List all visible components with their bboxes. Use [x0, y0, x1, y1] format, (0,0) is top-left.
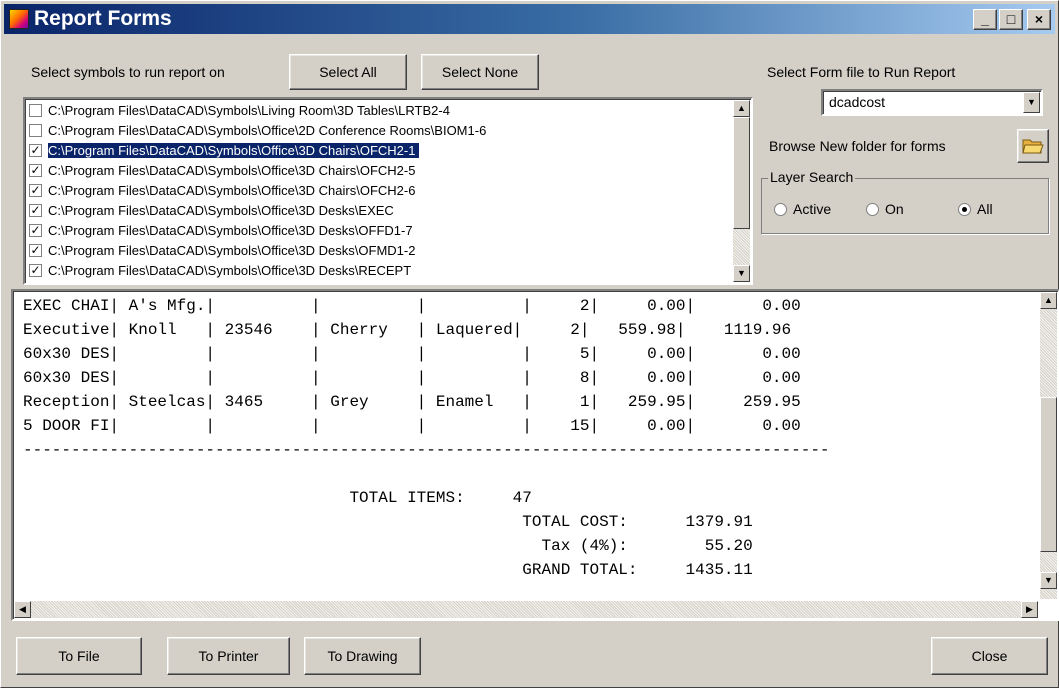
symbol-checkbox[interactable]: [29, 124, 42, 137]
report-line: EXEC CHAI| A's Mfg.| | | | 2| 0.00| 0.00: [23, 297, 801, 315]
symbol-list-item[interactable]: ✓ C:\Program Files\DataCAD\Symbols\Office…: [29, 222, 729, 239]
radio-all[interactable]: All: [958, 201, 993, 217]
symbol-path: C:\Program Files\DataCAD\Symbols\Office\…: [48, 263, 412, 278]
layer-search-title: Layer Search: [768, 169, 856, 185]
symbol-checkbox[interactable]: ✓: [29, 144, 42, 157]
symbol-path: C:\Program Files\DataCAD\Symbols\Living …: [48, 103, 450, 118]
folder-open-icon: [1022, 139, 1044, 154]
close-window-button[interactable]: ×: [1027, 9, 1051, 30]
layer-search-group: Layer Search Active On All: [761, 169, 1049, 234]
symbol-path: C:\Program Files\DataCAD\Symbols\Office\…: [48, 143, 420, 158]
window-title: Report Forms: [34, 7, 172, 30]
symbols-prompt: Select symbols to run report on: [31, 64, 225, 80]
scroll-up-arrow-icon[interactable]: ▲: [733, 100, 750, 117]
scroll-down-arrow-icon[interactable]: ▼: [733, 265, 750, 282]
symbol-path: C:\Program Files\DataCAD\Symbols\Office\…: [48, 183, 416, 198]
symbol-list-item[interactable]: ✓ C:\Program Files\DataCAD\Symbols\Office…: [29, 202, 729, 219]
to-printer-button[interactable]: To Printer: [167, 637, 290, 675]
title-bar[interactable]: Report Forms _ □ ×: [4, 4, 1055, 34]
symbol-path: C:\Program Files\DataCAD\Symbols\Office\…: [48, 203, 394, 218]
symbol-list[interactable]: C:\Program Files\DataCAD\Symbols\Living …: [23, 97, 753, 285]
symbol-checkbox[interactable]: ✓: [29, 204, 42, 217]
radio-active-dot[interactable]: [774, 202, 787, 216]
report-line: 60x30 DES| | | | | 5| 0.00| 0.00: [23, 345, 801, 363]
report-forms-window: Report Forms _ □ × Select symbols to run…: [0, 0, 1059, 688]
minimize-button[interactable]: _: [973, 9, 997, 30]
form-file-value: dcadcost: [829, 94, 886, 110]
symbol-list-item[interactable]: C:\Program Files\DataCAD\Symbols\Office\…: [29, 122, 729, 139]
symbol-checkbox[interactable]: [29, 104, 42, 117]
symbol-checkbox[interactable]: ✓: [29, 264, 42, 277]
radio-active[interactable]: Active: [774, 201, 831, 217]
browse-label: Browse New folder for forms: [769, 138, 946, 154]
symbol-list-scrollbar[interactable]: ▲ ▼: [733, 100, 750, 282]
report-line: Reception| Steelcas| 3465 | Grey | Ename…: [23, 393, 801, 411]
report-vertical-scrollbar[interactable]: ▲ ▼: [1040, 292, 1057, 599]
report-scroll-right-arrow-icon[interactable]: ▶: [1021, 601, 1038, 618]
symbol-list-item[interactable]: ✓ C:\Program Files\DataCAD\Symbols\Office…: [29, 242, 729, 259]
to-drawing-button[interactable]: To Drawing: [304, 637, 421, 675]
chevron-down-icon[interactable]: ▼: [1023, 92, 1040, 113]
maximize-button[interactable]: □: [999, 9, 1023, 30]
form-file-prompt: Select Form file to Run Report: [767, 64, 956, 80]
report-scroll-left-arrow-icon[interactable]: ◀: [14, 601, 31, 618]
report-output[interactable]: EXEC CHAI| A's Mfg.| | | | 2| 0.00| 0.00…: [11, 289, 1059, 621]
report-scroll-down-arrow-icon[interactable]: ▼: [1040, 572, 1057, 589]
radio-all-label: All: [977, 201, 993, 217]
report-line: ----------------------------------------…: [23, 441, 830, 459]
report-line: GRAND TOTAL: 1435.11: [23, 561, 753, 579]
report-line: Executive| Knoll | 23546 | Cherry | Laqu…: [23, 321, 792, 339]
symbol-checkbox[interactable]: ✓: [29, 184, 42, 197]
radio-on[interactable]: On: [866, 201, 904, 217]
report-line: TOTAL COST: 1379.91: [23, 513, 753, 531]
to-file-button[interactable]: To File: [16, 637, 142, 675]
radio-active-label: Active: [793, 201, 832, 217]
close-button[interactable]: Close: [931, 637, 1048, 675]
report-scroll-up-arrow-icon[interactable]: ▲: [1040, 292, 1057, 309]
report-line: 60x30 DES| | | | | 8| 0.00| 0.00: [23, 369, 801, 387]
form-file-select[interactable]: dcadcost ▼: [821, 89, 1043, 116]
radio-on-label: On: [885, 201, 904, 217]
app-icon: [9, 9, 29, 29]
symbol-checkbox[interactable]: ✓: [29, 244, 42, 257]
radio-on-dot[interactable]: [866, 202, 879, 216]
symbol-path: C:\Program Files\DataCAD\Symbols\Office\…: [48, 243, 416, 258]
report-line: TOTAL ITEMS: 47: [23, 489, 532, 507]
report-line: 5 DOOR FI| | | | | 15| 0.00| 0.00: [23, 417, 801, 435]
scroll-thumb[interactable]: [733, 117, 750, 229]
symbol-path: C:\Program Files\DataCAD\Symbols\Office\…: [48, 123, 487, 138]
browse-folder-button[interactable]: [1017, 129, 1049, 163]
report-line: Tax (4%): 55.20: [23, 537, 753, 555]
select-all-button[interactable]: Select All: [289, 54, 407, 90]
report-horizontal-scrollbar[interactable]: ◀ ▶: [14, 601, 1038, 618]
symbol-path: C:\Program Files\DataCAD\Symbols\Office\…: [48, 223, 413, 238]
symbol-list-item[interactable]: ✓ C:\Program Files\DataCAD\Symbols\Office…: [29, 142, 729, 159]
symbol-list-item[interactable]: C:\Program Files\DataCAD\Symbols\Living …: [29, 102, 729, 119]
symbol-checkbox[interactable]: ✓: [29, 164, 42, 177]
symbol-list-item[interactable]: ✓ C:\Program Files\DataCAD\Symbols\Office…: [29, 182, 729, 199]
symbol-checkbox[interactable]: ✓: [29, 224, 42, 237]
radio-all-dot[interactable]: [958, 202, 971, 216]
symbol-list-item[interactable]: ✓ C:\Program Files\DataCAD\Symbols\Office…: [29, 162, 729, 179]
symbol-path: C:\Program Files\DataCAD\Symbols\Office\…: [48, 163, 416, 178]
report-scroll-thumb[interactable]: [1040, 397, 1057, 552]
select-none-button[interactable]: Select None: [421, 54, 539, 90]
symbol-list-item[interactable]: ✓ C:\Program Files\DataCAD\Symbols\Office…: [29, 262, 729, 279]
